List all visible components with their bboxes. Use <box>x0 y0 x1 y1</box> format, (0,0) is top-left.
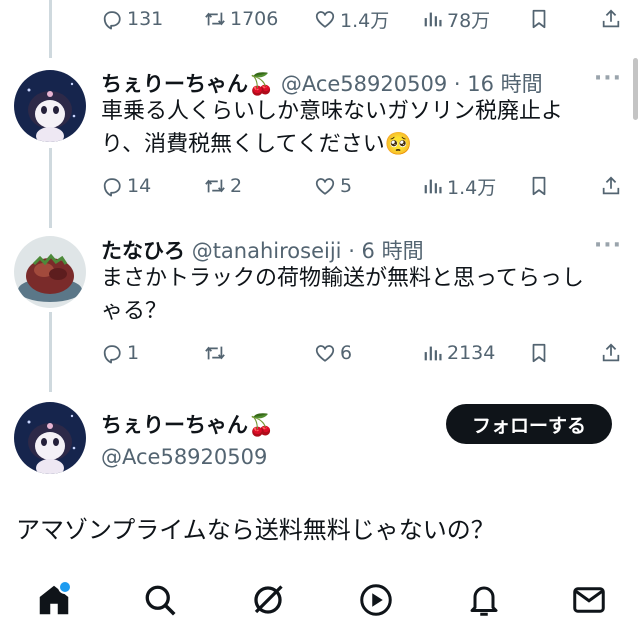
reply-button[interactable]: 131 <box>101 4 163 34</box>
user-handle[interactable]: @tanahiroseiji <box>192 239 342 263</box>
like-icon <box>314 342 336 364</box>
follow-button[interactable]: フォローする <box>446 404 612 444</box>
user-handle[interactable]: @Ace58920509 <box>281 72 447 96</box>
views-icon <box>421 342 443 364</box>
grok-icon <box>254 585 283 614</box>
bookmark-button[interactable] <box>528 338 550 368</box>
bookmark-button[interactable] <box>528 4 550 34</box>
avatar[interactable] <box>14 70 86 142</box>
share-icon <box>600 342 622 364</box>
bookmark-icon <box>528 8 550 30</box>
reply-button[interactable]: 1 <box>101 338 139 368</box>
new-posts-dot <box>58 580 72 594</box>
reply-count: 1 <box>127 342 140 364</box>
retweet-icon <box>204 342 226 364</box>
focused-tweet-text: アマゾンプライムなら送料無料じゃないの？ <box>16 516 495 544</box>
avatar[interactable] <box>14 402 86 474</box>
views-icon <box>421 8 443 30</box>
bookmark-icon <box>528 342 550 364</box>
bookmark-button[interactable] <box>528 171 550 201</box>
tweet-text-line: ゃる？ <box>101 299 168 324</box>
reply-count: 14 <box>127 175 152 197</box>
display-name[interactable]: ちぇりーちゃん🍒 <box>101 409 274 439</box>
timestamp[interactable]: · 16 時間 <box>454 72 543 96</box>
retweet-count: 1706 <box>230 8 279 30</box>
reply-count: 131 <box>127 8 164 30</box>
display-name[interactable]: たなひろ <box>101 239 185 263</box>
views-icon <box>421 175 443 197</box>
tweet-text: 車乗る人くらいしか意味ないガソリン税廃止よ り、消費税無くしてください🥺 <box>101 95 601 161</box>
retweet-icon <box>204 175 226 197</box>
bottom-nav <box>0 560 640 640</box>
nav-home[interactable] <box>32 578 76 622</box>
like-count: 1.4万 <box>340 9 390 32</box>
tweet-header: ちぇりーちゃん🍒 @Ace58920509 · 16 時間 <box>101 68 543 98</box>
reply-button[interactable]: 14 <box>101 171 151 201</box>
tweet-text-line: り、消費税無くしてください🥺 <box>101 132 413 157</box>
retweet-button[interactable]: 1706 <box>204 4 278 34</box>
display-name[interactable]: ちぇりーちゃん🍒 <box>101 72 274 96</box>
reply-icon <box>101 342 123 364</box>
retweet-count: 2 <box>230 175 243 197</box>
user-handle[interactable]: @Ace58920509 <box>101 445 274 469</box>
thread-line-bottom <box>49 312 52 392</box>
views-button[interactable]: 78万 <box>421 4 490 34</box>
timestamp[interactable]: · 6 時間 <box>348 239 423 263</box>
play-icon <box>360 584 392 616</box>
like-icon <box>314 8 336 30</box>
tweet-actions: 1 6 2134 <box>101 338 626 368</box>
like-count: 5 <box>340 175 353 197</box>
views-count: 2134 <box>447 342 496 364</box>
share-button[interactable] <box>600 338 622 368</box>
retweet-button[interactable]: 2 <box>204 171 242 201</box>
like-button[interactable]: 5 <box>314 171 352 201</box>
avatar[interactable] <box>14 236 86 308</box>
tweet-text: まさかトラックの荷物輸送が無料と思ってらっし ゃる？ <box>101 262 601 328</box>
share-icon <box>600 8 622 30</box>
like-button[interactable]: 1.4万 <box>314 4 389 34</box>
focused-tweet-header: ちぇりーちゃん🍒 @Ace58920509 <box>101 409 274 469</box>
scrollbar[interactable] <box>633 58 638 120</box>
tweet-header: たなひろ @tanahiroseiji · 6 時間 <box>101 235 424 265</box>
more-options-button[interactable]: ··· <box>594 66 622 91</box>
reply-icon <box>101 8 123 30</box>
bookmark-icon <box>528 175 550 197</box>
like-button[interactable]: 6 <box>314 338 352 368</box>
reply-icon <box>101 175 123 197</box>
tweet-actions-previous: 131 1706 1.4万 78万 <box>101 4 626 34</box>
views-button[interactable]: 2134 <box>421 338 495 368</box>
notifications-icon <box>470 586 498 616</box>
like-icon <box>314 175 336 197</box>
messages-icon <box>573 587 605 613</box>
share-button[interactable] <box>600 171 622 201</box>
tweet-text-line: 車乗る人くらいしか意味ないガソリン税廃止よ <box>101 99 564 124</box>
like-count: 6 <box>340 342 353 364</box>
nav-video[interactable] <box>354 578 398 622</box>
thread-line-top <box>49 0 52 58</box>
nav-messages[interactable] <box>567 578 611 622</box>
tweet-text-line: まさかトラックの荷物輸送が無料と思ってらっし <box>101 266 584 291</box>
nav-search[interactable] <box>138 578 182 622</box>
more-options-button[interactable]: ··· <box>594 233 622 258</box>
retweet-icon <box>204 8 226 30</box>
nav-notifications[interactable] <box>462 578 506 622</box>
share-button[interactable] <box>600 4 622 34</box>
tweet-actions: 14 2 5 1.4万 <box>101 171 626 201</box>
retweet-button[interactable] <box>204 338 230 368</box>
search-icon <box>145 585 176 616</box>
views-button[interactable]: 1.4万 <box>421 171 496 201</box>
views-count: 78万 <box>447 9 491 32</box>
share-icon <box>600 175 622 197</box>
nav-grok[interactable] <box>246 578 290 622</box>
views-count: 1.4万 <box>447 176 497 199</box>
thread-line-middle <box>49 148 52 228</box>
